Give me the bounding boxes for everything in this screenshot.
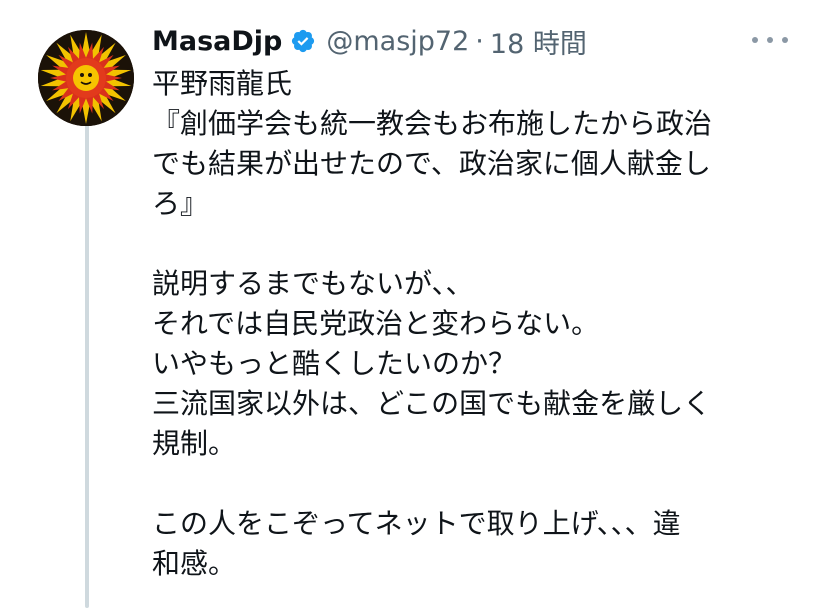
- tweet-line: 三流国家以外は、どこの国でも献金を厳しく: [152, 387, 712, 420]
- avatar[interactable]: [38, 30, 134, 126]
- tweet-line: 平野雨龍氏: [152, 67, 293, 100]
- tweet-text: 平野雨龍氏 『創価学会も統一教会もお布施したから政治 でも結果が出せたので、政治…: [152, 64, 792, 584]
- display-name[interactable]: MasaDjp: [152, 26, 282, 57]
- user-handle[interactable]: @masjp72: [326, 26, 469, 57]
- timestamp[interactable]: 18 時間: [490, 22, 587, 61]
- tweet-line: この人をこぞってネットで取り上げ、、、違: [152, 507, 681, 540]
- tweet-header: MasaDjp @masjp72 · 18 時間: [152, 22, 587, 60]
- tweet-line: ろ』: [152, 187, 209, 220]
- more-dot: [782, 37, 788, 43]
- tweet-line: 『創価学会も統一教会もお布施したから政治: [152, 107, 713, 140]
- tweet-line: それでは自民党政治と変わらない。: [152, 307, 600, 340]
- tweet-line: いやもっと酷くしたいのか？: [152, 347, 517, 380]
- tweet-line: でも結果が出せたので、政治家に個人献金し: [152, 147, 711, 180]
- more-dots-icon[interactable]: [752, 26, 788, 54]
- verified-badge-icon[interactable]: [290, 28, 316, 54]
- tweet-line: 規制。: [152, 427, 237, 460]
- separator-dot: ·: [475, 25, 484, 57]
- thread-connector-line: [85, 108, 89, 608]
- tweet-line: 説明するまでもないが、、: [152, 267, 474, 300]
- more-dot: [767, 37, 773, 43]
- more-dot: [752, 37, 758, 43]
- tweet-line: 和感。: [152, 547, 237, 580]
- sun-avatar-image: [38, 30, 134, 126]
